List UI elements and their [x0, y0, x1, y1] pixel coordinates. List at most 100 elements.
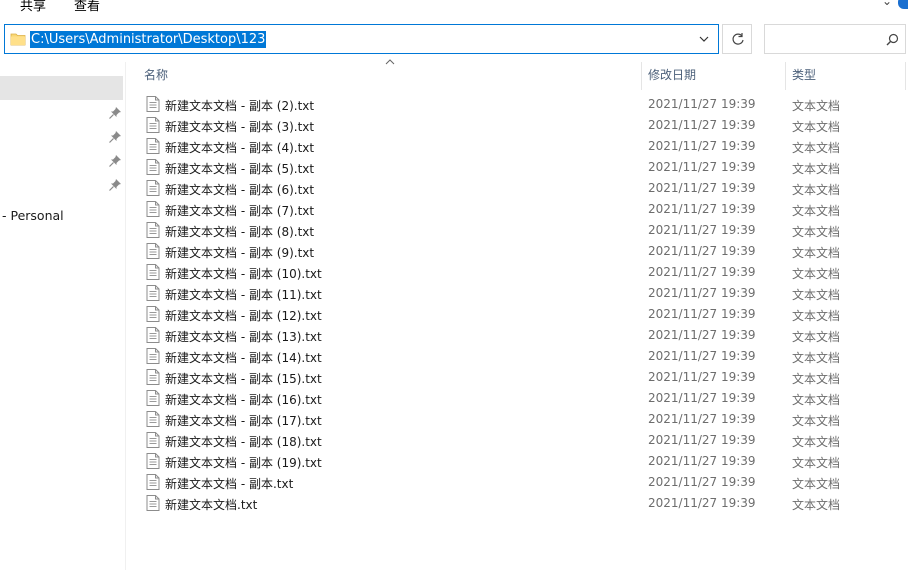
file-date: 2021/11/27 19:39 [648, 118, 756, 132]
search-icon[interactable] [886, 33, 899, 46]
file-date: 2021/11/27 19:39 [648, 97, 756, 111]
file-row[interactable]: 新建文本文档 - 副本 (4).txt 2021/11/27 19:39 文本文… [140, 136, 900, 157]
file-row[interactable]: 新建文本文档 - 副本 (19).txt 2021/11/27 19:39 文本… [140, 451, 900, 472]
sort-ascending-icon [385, 59, 395, 65]
file-row[interactable]: 新建文本文档 - 副本 (5).txt 2021/11/27 19:39 文本文… [140, 157, 900, 178]
file-type: 文本文档 [792, 435, 841, 449]
text-file-icon [146, 453, 160, 469]
search-box[interactable] [764, 24, 906, 54]
file-name: 新建文本文档 - 副本 (6).txt [165, 183, 315, 197]
file-name: 新建文本文档 - 副本 (7).txt [165, 204, 315, 218]
file-date: 2021/11/27 19:39 [648, 496, 756, 510]
text-file-icon [146, 369, 160, 385]
file-type: 文本文档 [792, 204, 841, 218]
file-date: 2021/11/27 19:39 [648, 349, 756, 363]
file-name: 新建文本文档 - 副本 (17).txt [165, 414, 322, 428]
pin-icon[interactable] [108, 106, 122, 120]
text-file-icon [146, 390, 160, 406]
file-date: 2021/11/27 19:39 [648, 370, 756, 384]
file-row[interactable]: 新建文本文档 - 副本 (3).txt 2021/11/27 19:39 文本文… [140, 115, 900, 136]
help-icon[interactable] [898, 0, 908, 9]
column-header-type[interactable]: 类型 [792, 66, 816, 83]
file-row[interactable]: 新建文本文档 - 副本 (12).txt 2021/11/27 19:39 文本… [140, 304, 900, 325]
file-row[interactable]: 新建文本文档 - 副本 (10).txt 2021/11/27 19:39 文本… [140, 262, 900, 283]
navigation-pane: - Personal [0, 62, 126, 570]
file-row[interactable]: 新建文本文档 - 副本 (16).txt 2021/11/27 19:39 文本… [140, 388, 900, 409]
file-date: 2021/11/27 19:39 [648, 433, 756, 447]
file-type: 文本文档 [792, 456, 841, 470]
chevron-down-icon[interactable] [696, 31, 712, 47]
file-type: 文本文档 [792, 141, 841, 155]
text-file-icon [146, 117, 160, 133]
file-name: 新建文本文档 - 副本 (13).txt [165, 330, 322, 344]
file-date: 2021/11/27 19:39 [648, 475, 756, 489]
file-row[interactable]: 新建文本文档 - 副本.txt 2021/11/27 19:39 文本文档 [140, 472, 900, 493]
file-row[interactable]: 新建文本文档 - 副本 (13).txt 2021/11/27 19:39 文本… [140, 325, 900, 346]
file-row[interactable]: 新建文本文档 - 副本 (18).txt 2021/11/27 19:39 文本… [140, 430, 900, 451]
file-row[interactable]: 新建文本文档 - 副本 (6).txt 2021/11/27 19:39 文本文… [140, 178, 900, 199]
file-date: 2021/11/27 19:39 [648, 202, 756, 216]
file-type: 文本文档 [792, 183, 841, 197]
text-file-icon [146, 495, 160, 511]
file-type: 文本文档 [792, 393, 841, 407]
ribbon: 共享 查看 ⌄ [0, 0, 908, 18]
text-file-icon [146, 306, 160, 322]
file-name: 新建文本文档 - 副本 (3).txt [165, 120, 315, 134]
column-divider[interactable] [641, 62, 642, 90]
pin-icon[interactable] [108, 154, 122, 168]
file-date: 2021/11/27 19:39 [648, 265, 756, 279]
column-header-date[interactable]: 修改日期 [648, 66, 696, 83]
file-type: 文本文档 [792, 498, 841, 512]
file-date: 2021/11/27 19:39 [648, 412, 756, 426]
file-type: 文本文档 [792, 288, 841, 302]
column-header-name[interactable]: 名称 [144, 66, 168, 83]
file-name: 新建文本文档 - 副本 (11).txt [165, 288, 322, 302]
file-name: 新建文本文档 - 副本 (5).txt [165, 162, 315, 176]
refresh-button[interactable] [722, 24, 752, 54]
pin-icon[interactable] [108, 130, 122, 144]
file-name: 新建文本文档 - 副本 (2).txt [165, 99, 315, 113]
text-file-icon [146, 264, 160, 280]
file-row[interactable]: 新建文本文档 - 副本 (15).txt 2021/11/27 19:39 文本… [140, 367, 900, 388]
file-name: 新建文本文档 - 副本 (14).txt [165, 351, 322, 365]
file-name: 新建文本文档 - 副本 (12).txt [165, 309, 322, 323]
file-row[interactable]: 新建文本文档 - 副本 (8).txt 2021/11/27 19:39 文本文… [140, 220, 900, 241]
column-divider[interactable] [785, 62, 786, 90]
file-name: 新建文本文档 - 副本 (10).txt [165, 267, 322, 281]
file-date: 2021/11/27 19:39 [648, 391, 756, 405]
ribbon-tab-view[interactable]: 查看 [74, 0, 100, 14]
address-bar[interactable]: C:\Users\Administrator\Desktop\123 [4, 24, 719, 54]
file-row[interactable]: 新建文本文档 - 副本 (14).txt 2021/11/27 19:39 文本… [140, 346, 900, 367]
file-row[interactable]: 新建文本文档 - 副本 (11).txt 2021/11/27 19:39 文本… [140, 283, 900, 304]
text-file-icon [146, 285, 160, 301]
text-file-icon [146, 432, 160, 448]
file-type: 文本文档 [792, 225, 841, 239]
file-name: 新建文本文档 - 副本.txt [165, 477, 294, 491]
pin-icon[interactable] [108, 178, 122, 192]
search-input[interactable] [769, 29, 879, 49]
file-type: 文本文档 [792, 99, 841, 113]
nav-item-selected[interactable] [0, 76, 123, 100]
file-date: 2021/11/27 19:39 [648, 286, 756, 300]
file-type: 文本文档 [792, 372, 841, 386]
file-date: 2021/11/27 19:39 [648, 454, 756, 468]
file-row[interactable]: 新建文本文档 - 副本 (2).txt 2021/11/27 19:39 文本文… [140, 94, 900, 115]
file-row[interactable]: 新建文本文档.txt 2021/11/27 19:39 文本文档 [140, 493, 900, 514]
column-divider[interactable] [905, 62, 906, 90]
file-row[interactable]: 新建文本文档 - 副本 (7).txt 2021/11/27 19:39 文本文… [140, 199, 900, 220]
file-name: 新建文本文档 - 副本 (9).txt [165, 246, 315, 260]
file-name: 新建文本文档 - 副本 (4).txt [165, 141, 315, 155]
file-row[interactable]: 新建文本文档 - 副本 (9).txt 2021/11/27 19:39 文本文… [140, 241, 900, 262]
ribbon-expand-chevron-icon[interactable]: ⌄ [882, 0, 892, 8]
address-path[interactable]: C:\Users\Administrator\Desktop\123 [30, 31, 267, 48]
file-type: 文本文档 [792, 120, 841, 134]
file-row[interactable]: 新建文本文档 - 副本 (17).txt 2021/11/27 19:39 文本… [140, 409, 900, 430]
nav-item-personal[interactable]: - Personal [2, 208, 64, 223]
file-type: 文本文档 [792, 330, 841, 344]
ribbon-tab-share[interactable]: 共享 [20, 0, 46, 14]
text-file-icon [146, 411, 160, 427]
file-type: 文本文档 [792, 477, 841, 491]
file-date: 2021/11/27 19:39 [648, 223, 756, 237]
file-date: 2021/11/27 19:39 [648, 139, 756, 153]
file-name: 新建文本文档 - 副本 (19).txt [165, 456, 322, 470]
